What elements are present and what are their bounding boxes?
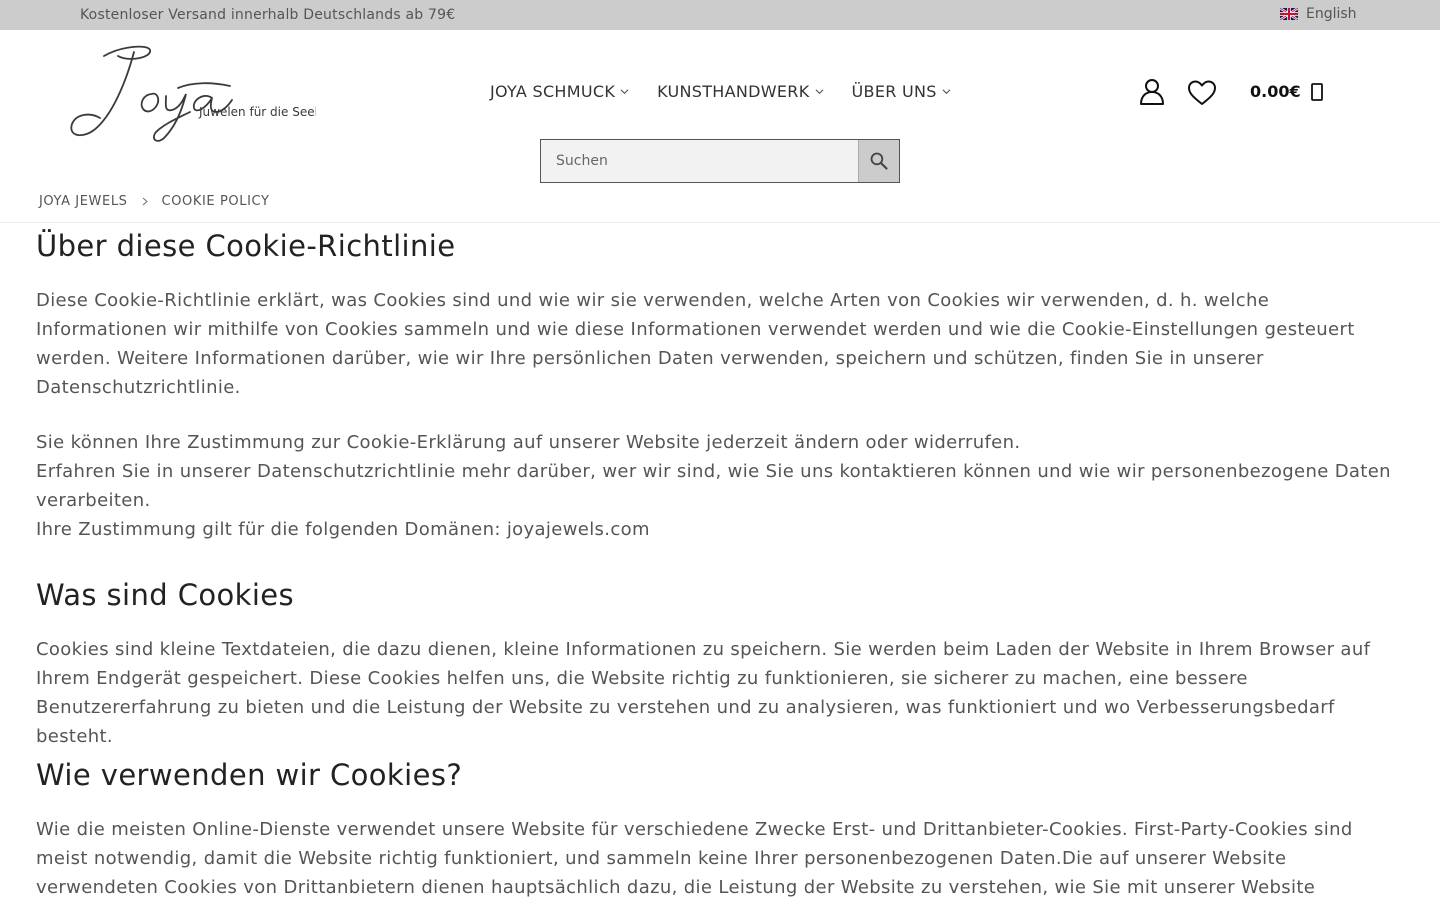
section-heading-about: Über diese Cookie-Richtlinie [36, 229, 456, 263]
nav-ueber-uns[interactable]: ÜBER UNS [852, 82, 951, 101]
chevron-down-icon [815, 89, 824, 95]
consent-info: Sie können Ihre Zustimmung zur Cookie-Er… [36, 428, 1404, 544]
paragraph-what-are-cookies: Cookies sind kleine Textdateien, die daz… [36, 639, 1371, 747]
chevron-right-icon [142, 197, 148, 206]
cart-button[interactable]: 0.00€ [1250, 82, 1323, 101]
site-logo[interactable]: Juwelen für die Seele [66, 42, 325, 142]
search-form [540, 139, 900, 183]
chevron-down-icon [942, 89, 951, 95]
header-divider [0, 222, 1440, 223]
breadcrumb: JOYA JEWELS COOKIE POLICY [39, 194, 270, 209]
shopping-bag-icon [1310, 82, 1323, 101]
search-button[interactable] [858, 140, 899, 182]
paragraph-privacy-info: Erfahren Sie in unserer Datenschutzricht… [36, 461, 1391, 511]
paragraph-intro: Diese Cookie-Richtlinie erklärt, was Coo… [36, 290, 1355, 398]
joya-logo: Juwelen für die Seele [70, 45, 325, 142]
breadcrumb-home[interactable]: JOYA JEWELS [39, 194, 128, 209]
language-switcher[interactable]: English [1280, 6, 1357, 22]
page-content: Über diese Cookie-Richtlinie Diese Cooki… [36, 226, 1404, 900]
main-nav: JOYA SCHMUCK KUNSTHANDWERK ÜBER UNS [490, 82, 951, 101]
search-input[interactable] [541, 140, 858, 182]
paragraph-how-we-use: Wie die meisten Online-Dienste verwendet… [36, 819, 1353, 898]
user-icon[interactable] [1139, 78, 1165, 106]
nav-kunsthandwerk[interactable]: KUNSTHANDWERK [657, 82, 824, 101]
section-heading-how-we-use: Wie verwenden wir Cookies? [36, 758, 463, 792]
paragraph-consent-change: Sie können Ihre Zustimmung zur Cookie-Er… [36, 432, 1021, 453]
chevron-down-icon [620, 89, 629, 95]
shipping-message: Kostenloser Versand innerhalb Deutschlan… [80, 7, 456, 23]
section-heading-what-are-cookies: Was sind Cookies [36, 578, 295, 612]
cart-total: 0.00€ [1250, 82, 1301, 101]
nav-label: ÜBER UNS [851, 82, 937, 101]
breadcrumb-current: COOKIE POLICY [161, 194, 270, 209]
nav-joya-schmuck[interactable]: JOYA SCHMUCK [490, 82, 629, 101]
language-label: English [1306, 6, 1357, 22]
top-bar: Kostenloser Versand innerhalb Deutschlan… [0, 0, 1440, 30]
site-header: Juwelen für die Seele JOYA SCHMUCK KUNST… [0, 30, 1440, 190]
uk-flag-icon [1280, 8, 1298, 20]
heart-icon[interactable] [1187, 80, 1217, 106]
search-icon [870, 152, 888, 170]
logo-tagline: Juwelen für die Seele [198, 105, 316, 119]
paragraph-domains: Ihre Zustimmung gilt für die folgenden D… [36, 519, 650, 540]
nav-label: JOYA SCHMUCK [490, 82, 616, 101]
nav-label: KUNSTHANDWERK [657, 82, 810, 101]
